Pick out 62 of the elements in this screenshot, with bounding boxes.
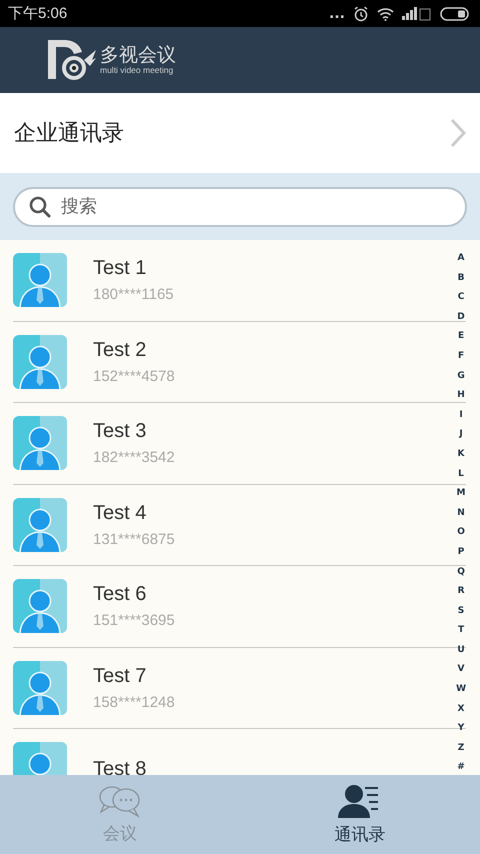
index-letter[interactable]: P: [458, 542, 464, 562]
index-letter[interactable]: V: [458, 660, 465, 680]
index-letter[interactable]: R: [458, 582, 464, 602]
logo-subtitle: multi video meeting: [100, 65, 174, 76]
contact-name: Test 4: [93, 502, 148, 525]
index-letter[interactable]: Q: [457, 562, 465, 582]
contact-phone: 151****3695: [93, 612, 175, 630]
chat-bubbles-icon: [98, 784, 142, 818]
avatar-icon: [13, 660, 67, 715]
index-letter[interactable]: H: [457, 386, 465, 406]
search-field[interactable]: 搜索: [13, 186, 467, 226]
logo-icon: [46, 38, 98, 82]
wifi-icon: [377, 6, 394, 20]
index-letter[interactable]: X: [458, 700, 464, 720]
index-letter[interactable]: B: [458, 268, 464, 288]
avatar-icon: [13, 334, 67, 389]
directory-title: 企业通讯录: [14, 120, 124, 148]
index-letter[interactable]: #: [457, 758, 465, 775]
contact-phone: 180****1165: [93, 286, 174, 304]
index-letter[interactable]: I: [459, 406, 463, 426]
battery-icon: [440, 6, 470, 20]
contact-name: Test 3: [93, 420, 148, 444]
contact-phone: 158****1248: [93, 694, 175, 711]
status-dots: ...: [329, 6, 345, 20]
index-letter[interactable]: M: [456, 484, 466, 504]
index-letter[interactable]: C: [458, 288, 464, 308]
index-letter[interactable]: A: [458, 249, 465, 269]
index-letter[interactable]: O: [457, 523, 465, 543]
index-letter[interactable]: L: [458, 464, 464, 484]
contact-phone: 182****3542: [93, 449, 175, 466]
index-letter[interactable]: T: [458, 621, 464, 641]
contact-name: Test 6: [93, 583, 148, 606]
index-letter[interactable]: W: [456, 680, 466, 700]
avatar-icon: [13, 416, 67, 470]
index-letter[interactable]: J: [459, 425, 463, 445]
status-time: 下午5:06: [8, 4, 68, 23]
avatar-icon: [13, 253, 67, 308]
directory-header[interactable]: 企业通讯录: [0, 93, 480, 173]
chevron-right-icon: [450, 118, 466, 148]
tab[interactable]: 通讯录: [240, 775, 480, 854]
avatar-icon: [13, 498, 67, 552]
alarm-icon: [353, 6, 369, 22]
index-letter[interactable]: U: [457, 640, 465, 660]
index-letter[interactable]: D: [457, 308, 465, 328]
index-letter[interactable]: Z: [458, 738, 464, 758]
search-icon: [29, 196, 51, 218]
index-letter[interactable]: Y: [458, 719, 464, 739]
contact-name: Test 7: [93, 664, 148, 688]
index-letter[interactable]: S: [458, 602, 464, 622]
index-letter[interactable]: E: [458, 327, 464, 347]
logo-title: 多视会议: [100, 44, 176, 66]
index-letter[interactable]: N: [457, 504, 465, 524]
contact-name: Test 2: [93, 338, 148, 362]
index-letter[interactable]: G: [457, 366, 465, 386]
index-letter[interactable]: F: [458, 346, 464, 367]
avatar-icon: [13, 579, 67, 634]
contact-name: Test 8: [93, 758, 146, 775]
signal-icon: [402, 6, 432, 20]
contact-name: Test 1: [93, 257, 148, 280]
contact-phone: 152****4578: [93, 368, 175, 385]
contact-phone: 131****6875: [93, 530, 175, 548]
index-letter[interactable]: K: [458, 444, 465, 465]
